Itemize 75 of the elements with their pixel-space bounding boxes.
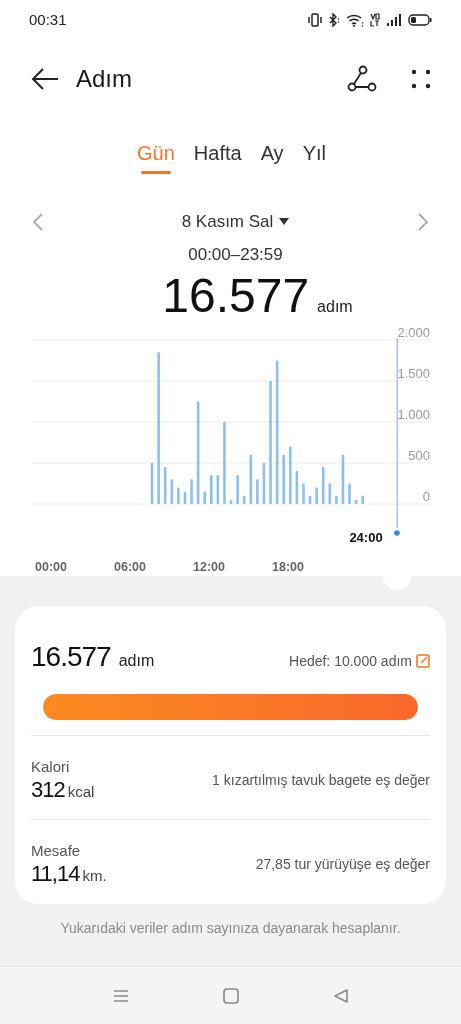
x-axis-label: 00:00 <box>35 559 67 574</box>
y-axis-label: 0 <box>422 488 430 504</box>
metric-unit: km. <box>82 865 107 886</box>
metric-unit: kcal <box>67 781 95 802</box>
date-dropdown[interactable]: 8 Kasım Sal <box>171 209 290 235</box>
wifi-icon <box>346 13 364 27</box>
vibrate-icon <box>308 13 322 27</box>
goal-text: Hedef: 10.000 adım <box>289 651 412 671</box>
battery-icon <box>408 13 432 27</box>
step-total: 16.577 <box>162 267 310 324</box>
step-bar <box>328 483 332 504</box>
metric-equivalent: 1 kızartılmış tavuk bagete eş değer <box>212 771 430 790</box>
step-bar <box>177 487 180 504</box>
metric-value: 11,14 <box>31 859 80 888</box>
time-range: 00:00–23:59 <box>188 244 283 266</box>
y-axis-label: 1.000 <box>397 406 430 422</box>
step-bar <box>321 466 325 504</box>
period-tab[interactable]: Ay <box>260 135 284 171</box>
step-bar <box>183 491 187 504</box>
next-day-button[interactable] <box>417 213 429 231</box>
step-bar <box>170 478 174 504</box>
step-bar <box>190 478 193 504</box>
step-bar <box>249 454 253 504</box>
step-bar <box>295 470 299 504</box>
more-icon[interactable] <box>411 69 431 89</box>
period-tab[interactable]: Yıl <box>302 135 326 171</box>
step-bar <box>315 487 318 504</box>
step-bar <box>335 495 338 504</box>
step-bar <box>361 495 364 504</box>
step-bar <box>242 495 246 504</box>
step-bar <box>203 491 206 504</box>
step-unit: adım <box>317 296 353 317</box>
period-tab[interactable]: Hafta <box>193 135 242 171</box>
metric-label: Mesafe <box>31 841 82 860</box>
step-bar <box>354 499 358 504</box>
step-bar <box>282 454 285 504</box>
step-bar <box>262 462 266 504</box>
step-bar <box>236 474 239 504</box>
step-bar <box>229 499 233 504</box>
status-time: 00:31 <box>29 9 67 30</box>
step-bar <box>216 474 220 504</box>
step-bar <box>210 474 213 504</box>
step-bar <box>308 495 312 504</box>
cursor-time-label: 24:00 <box>349 529 383 545</box>
signal-icon <box>386 13 402 27</box>
x-axis-label: 06:00 <box>114 559 146 574</box>
page-title: Adım <box>76 64 133 94</box>
step-bar <box>150 462 154 504</box>
step-bar <box>289 446 292 504</box>
caret-icon <box>279 218 290 226</box>
y-axis-label: 500 <box>408 447 430 463</box>
summary-unit: adım <box>118 650 155 671</box>
step-bar <box>348 483 351 504</box>
metric-equivalent: 27,85 tur yürüyüşe eş değer <box>255 855 430 874</box>
step-bar <box>163 466 167 504</box>
time-cursor[interactable] <box>394 337 400 536</box>
metric-label: Kalori <box>31 757 71 776</box>
back-button[interactable] <box>30 67 60 91</box>
x-axis-label: 18:00 <box>272 559 304 574</box>
previous-day-button[interactable] <box>32 213 44 231</box>
bluetooth-icon <box>328 13 340 27</box>
x-axis-label: 12:00 <box>193 559 225 574</box>
back-icon[interactable] <box>331 986 350 1005</box>
step-bar <box>302 483 305 504</box>
footnote: Yukarıdaki veriler adım sayınıza dayanarak hesaplanır. <box>60 918 401 938</box>
summary-steps: 16.577 <box>31 635 111 678</box>
home-icon[interactable] <box>221 986 240 1005</box>
metric-value: 312 <box>31 775 65 804</box>
y-axis-label: 2.000 <box>397 325 430 340</box>
y-axis-label: 1.500 <box>397 365 430 381</box>
step-bar <box>341 454 345 504</box>
step-bar <box>256 478 259 504</box>
route-icon[interactable] <box>347 65 377 93</box>
edit-icon[interactable] <box>416 654 430 668</box>
volte-icon <box>370 13 380 27</box>
